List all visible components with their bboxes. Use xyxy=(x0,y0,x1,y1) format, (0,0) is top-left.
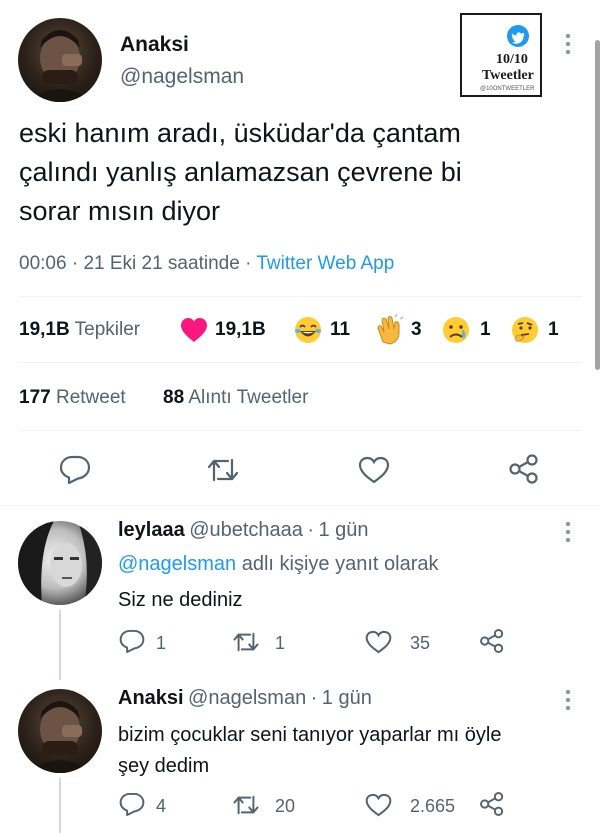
reply-count: 4 xyxy=(156,796,167,816)
like-icon[interactable] xyxy=(365,630,392,654)
think-reaction-count: 1 xyxy=(548,319,559,340)
reactions-total-count: 19,1B xyxy=(19,319,70,340)
retweet-icon[interactable] xyxy=(232,793,260,817)
like-icon[interactable] xyxy=(358,456,390,484)
cry-reaction-icon[interactable] xyxy=(441,315,471,350)
avatar-photo xyxy=(18,521,102,605)
quote-stat[interactable]: 88 Alıntı Tweetler xyxy=(163,387,308,409)
reply-avatar[interactable] xyxy=(18,689,102,773)
quote-stat-label: Alıntı Tweetler xyxy=(188,387,309,408)
scrollbar[interactable] xyxy=(595,40,600,370)
author-name[interactable]: Anaksi xyxy=(120,33,189,57)
meta-separator: · xyxy=(310,687,318,709)
reply-icon[interactable] xyxy=(119,629,145,654)
laugh-reaction-icon[interactable] xyxy=(293,315,323,350)
reply-count: 1 xyxy=(156,633,167,653)
reply-text: Siz ne dediniz xyxy=(118,589,243,611)
author-avatar[interactable] xyxy=(18,18,102,102)
tweet-meta: 00:06 · 21 Eki 21 saatinde · Twitter Web… xyxy=(19,253,394,275)
avatar-photo xyxy=(28,30,92,102)
like-icon[interactable] xyxy=(365,793,392,817)
clap-reaction-count: 3 xyxy=(411,319,422,340)
think-reaction-icon[interactable] xyxy=(510,315,540,350)
quote-stat-count: 88 xyxy=(163,387,185,408)
like-count: 2.665 xyxy=(410,796,456,816)
cry-reaction-count: 1 xyxy=(480,319,491,340)
divider xyxy=(19,430,582,431)
more-icon[interactable] xyxy=(565,33,571,55)
retweet-stat-label: Retweet xyxy=(55,387,126,408)
badge-score: 10/10 xyxy=(496,52,528,67)
more-icon[interactable] xyxy=(565,521,571,543)
reply-text-line: şey dedim xyxy=(118,755,210,777)
retweet-icon[interactable] xyxy=(232,630,260,654)
ten-of-ten-tweets-badge: 10/10 Tweetler @10ONTWEETLER xyxy=(460,13,542,97)
reply-text: bizim çocuklar seni tanıyor yaparlar mı … xyxy=(118,720,501,782)
heart-reaction-icon[interactable] xyxy=(180,317,208,348)
author-handle[interactable]: @nagelsman xyxy=(120,65,244,89)
more-icon[interactable] xyxy=(565,689,571,711)
thread-line xyxy=(59,610,61,680)
reply-author-name[interactable]: Anaksi xyxy=(118,687,184,709)
reply-header: leylaaa @ubetchaaa · 1 gün xyxy=(118,519,369,542)
divider xyxy=(19,296,582,297)
badge-title: Tweetler xyxy=(482,68,534,83)
reply-author-handle[interactable]: @nagelsman xyxy=(188,687,306,709)
share-icon[interactable] xyxy=(479,791,505,817)
share-icon[interactable] xyxy=(479,628,505,654)
tweet-text-line: eski hanım aradı, üsküdar'da çantam xyxy=(19,118,461,148)
reply-icon[interactable] xyxy=(59,455,91,485)
reactions-total[interactable]: 19,1B Tepkiler xyxy=(19,319,140,341)
divider xyxy=(19,362,582,363)
like-count: 35 xyxy=(410,633,431,653)
tweet-text-line: çalındı yanlış anlamazsan çevrene bi xyxy=(19,157,462,187)
reply-header: Anaksi @nagelsman · 1 gün xyxy=(118,687,372,710)
tweet-text: eski hanım aradı, üsküdar'da çantam çalı… xyxy=(19,114,579,231)
avatar-photo xyxy=(28,701,92,773)
tweet-date[interactable]: 21 Eki 21 saatinde xyxy=(83,253,239,274)
meta-separator: · xyxy=(71,253,79,274)
meta-separator: · xyxy=(307,519,315,541)
laugh-reaction-count: 11 xyxy=(330,319,351,340)
share-icon[interactable] xyxy=(508,453,540,485)
section-divider xyxy=(0,505,600,506)
reply-icon[interactable] xyxy=(119,792,145,817)
retweet-count: 1 xyxy=(275,633,286,653)
retweet-stat[interactable]: 177 Retweet xyxy=(19,387,126,409)
retweet-stat-count: 177 xyxy=(19,387,51,408)
tweet-text-line: sorar mısın diyor xyxy=(19,196,221,226)
reply-author-name[interactable]: leylaaa xyxy=(118,519,185,541)
replying-to-handle[interactable]: @nagelsman xyxy=(118,553,236,575)
replying-to-label: adlı kişiye yanıt olarak xyxy=(241,553,439,575)
tweet-source[interactable]: Twitter Web App xyxy=(256,253,394,274)
reply-author-handle[interactable]: @ubetchaaa xyxy=(189,519,303,541)
badge-footer: @10ONTWEETLER xyxy=(480,86,535,92)
verified-bird-icon xyxy=(507,25,529,47)
thread-line xyxy=(59,778,61,833)
replying-to: @nagelsman adlı kişiye yanıt olarak xyxy=(118,553,438,576)
reply-avatar[interactable] xyxy=(18,521,102,605)
clap-reaction-icon[interactable] xyxy=(375,313,405,351)
retweet-count: 20 xyxy=(275,796,296,816)
tweet-time[interactable]: 00:06 xyxy=(19,253,67,274)
reactions-total-label: Tepkiler xyxy=(74,319,141,340)
meta-separator: · xyxy=(245,253,252,274)
retweet-icon[interactable] xyxy=(206,456,240,484)
reply-time[interactable]: 1 gün xyxy=(322,687,372,709)
heart-reaction-count: 19,1B xyxy=(215,319,266,340)
reply-text-line: bizim çocuklar seni tanıyor yaparlar mı … xyxy=(118,724,502,746)
reply-time[interactable]: 1 gün xyxy=(319,519,369,541)
